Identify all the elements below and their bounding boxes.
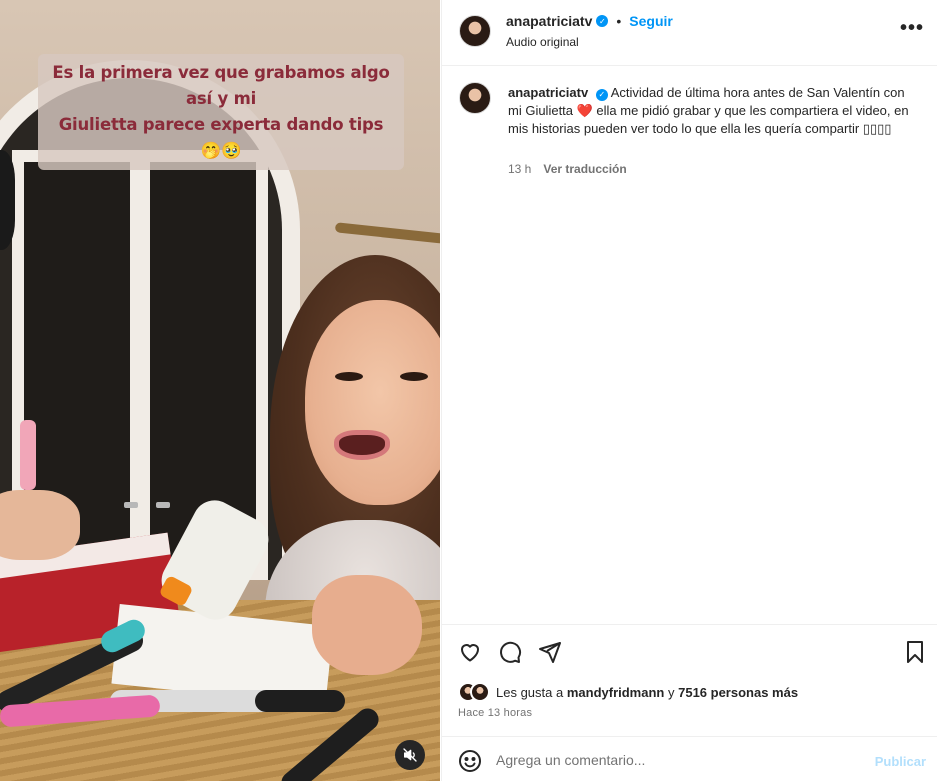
add-comment-bar: Publicar <box>442 736 937 781</box>
speaker-muted-icon <box>403 748 417 762</box>
save-button[interactable] <box>902 639 928 665</box>
action-bar <box>442 624 937 676</box>
share-button[interactable] <box>537 639 563 665</box>
video-adult-hand <box>0 490 80 560</box>
comments-section: anapatriciatv ✓ Actividad de última hora… <box>442 66 937 624</box>
video-girl-mouth <box>334 430 390 460</box>
video-girl-eye-right <box>400 372 428 381</box>
author-username[interactable]: anapatriciatv <box>506 13 592 29</box>
heart-icon <box>461 644 479 662</box>
video-caption-line-1: Es la primera vez que grabamos algo así … <box>52 63 390 108</box>
more-options-icon[interactable]: ••• <box>900 18 924 38</box>
publish-button[interactable]: Publicar <box>875 754 926 769</box>
post-header: anapatriciatv ✓ • Seguir Audio original … <box>442 0 937 66</box>
video-girl-hand <box>312 575 422 675</box>
video-marker-sharpie-cap <box>255 690 345 712</box>
see-translation-button[interactable]: Ver traducción <box>543 162 626 176</box>
caption-time[interactable]: 13 h <box>508 162 531 176</box>
comment-input[interactable] <box>496 747 856 773</box>
follow-button[interactable]: Seguir <box>629 13 673 29</box>
mute-button[interactable] <box>395 740 425 770</box>
emoji-button[interactable] <box>458 749 482 773</box>
video-adult-figure <box>0 150 15 250</box>
likes-prefix: Les gusta a <box>496 684 564 700</box>
smiley-icon <box>459 750 481 772</box>
caption-username[interactable]: anapatriciatv <box>508 85 588 100</box>
post-timestamp[interactable]: Hace 13 horas <box>458 707 532 719</box>
caption-verified-badge-icon: ✓ <box>595 89 608 101</box>
post-caption: anapatriciatv ✓ Actividad de última hora… <box>508 84 918 138</box>
caption-author-avatar[interactable] <box>459 82 491 114</box>
video-girl-eye-left <box>335 372 363 381</box>
video-girl-face <box>305 300 440 505</box>
likes-first-user[interactable]: mandyfridmann <box>567 685 665 700</box>
bookmark-icon <box>907 641 923 663</box>
video-player[interactable]: Es la primera vez que grabamos algo así … <box>0 0 440 781</box>
video-caption-line-2: Giulietta parece experta dando tips 🤭🥹 <box>58 115 384 160</box>
video-caption-overlay: Es la primera vez que grabamos algo así … <box>38 54 404 170</box>
like-button[interactable] <box>457 639 483 665</box>
likes-text: Les gusta a mandyfridmann y 7516 persona… <box>496 685 798 700</box>
likes-conjunction: y <box>667 684 675 700</box>
caption-meta: 13 h Ver traducción <box>508 162 627 176</box>
liker-avatar <box>470 682 490 702</box>
verified-badge-icon: ✓ <box>596 15 609 27</box>
author-avatar[interactable] <box>459 15 491 47</box>
likes-others[interactable]: 7516 personas más <box>678 685 798 700</box>
comment-bubble-icon <box>500 641 522 663</box>
likes-summary[interactable]: Les gusta a mandyfridmann y 7516 persona… <box>458 682 798 702</box>
author-line: anapatriciatv ✓ • Seguir <box>506 13 673 29</box>
comment-button[interactable] <box>497 639 523 665</box>
audio-label[interactable]: Audio original <box>506 35 579 49</box>
post-panel: anapatriciatv ✓ • Seguir Audio original … <box>441 0 937 781</box>
paper-plane-icon <box>539 642 561 663</box>
video-pink-pen <box>20 420 36 490</box>
separator-dot: • <box>616 13 622 29</box>
